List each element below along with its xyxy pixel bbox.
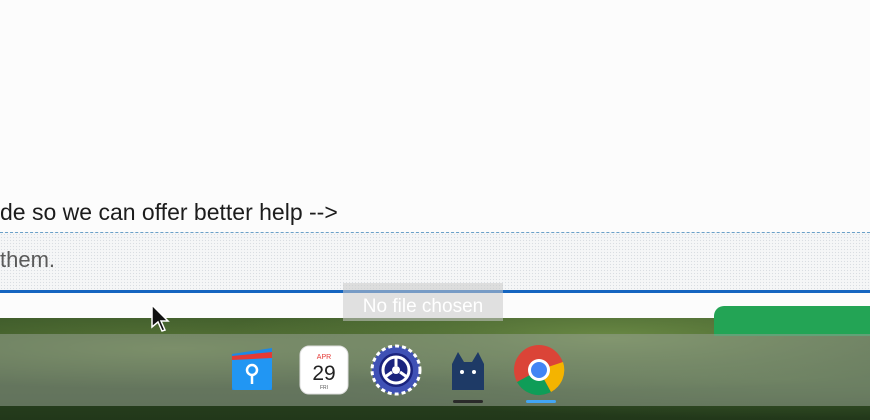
textarea-content: them. [0, 247, 56, 272]
chrome-app-icon[interactable] [513, 344, 565, 396]
calendar-app-icon[interactable]: APR 29 FRI [298, 344, 350, 396]
calendar-weekday: FRI [320, 385, 328, 391]
chrome-app-running-indicator [526, 400, 556, 403]
app-shelf [0, 334, 870, 406]
cat-app-running-indicator [453, 400, 483, 403]
mouse-cursor-icon [150, 303, 172, 333]
cat-app-icon[interactable] [442, 344, 494, 396]
settings-gear-app-icon[interactable] [370, 344, 422, 396]
files-app-icon[interactable] [226, 344, 278, 396]
file-input-status[interactable]: No file chosen [343, 283, 503, 321]
calendar-day: 29 [312, 362, 335, 385]
html-comment-text: de so we can offer better help --> [0, 199, 338, 225]
calendar-month: APR [317, 354, 331, 361]
submit-button[interactable] [714, 306, 870, 336]
